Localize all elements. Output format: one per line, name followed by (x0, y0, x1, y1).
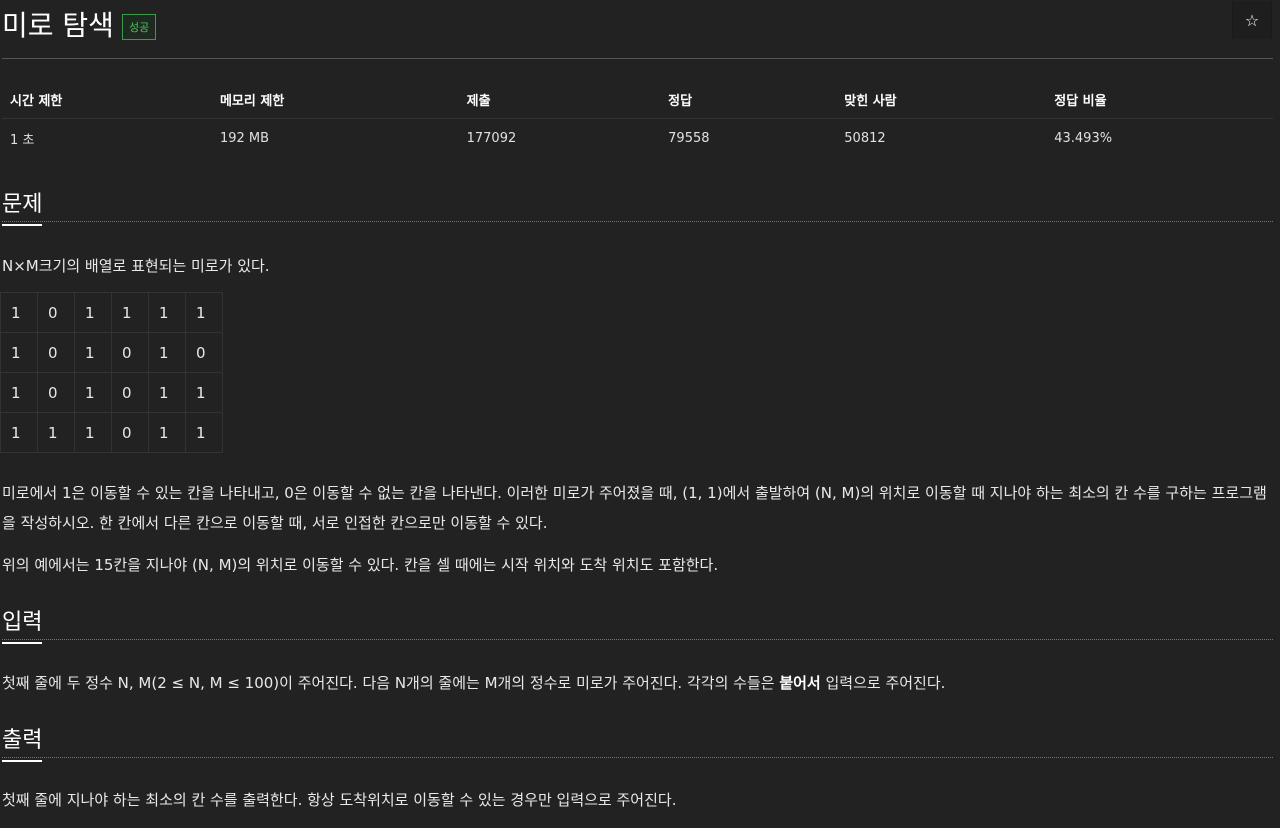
title-row: 미로 탐색 성공 (2, 4, 157, 44)
maze-cell: 1 (148, 372, 186, 413)
maze-row: 101011 (0, 372, 223, 413)
star-icon: ☆ (1244, 10, 1260, 30)
input-text-after: 입력으로 주어진다. (820, 674, 946, 692)
info-header-row: 시간 제한 메모리 제한 제출 정답 맞힌 사람 정답 비율 (2, 80, 1273, 119)
maze-cell: 1 (74, 292, 112, 333)
header-solved-users: 맞힌 사람 (836, 80, 1047, 119)
maze-cell: 0 (37, 332, 75, 373)
value-solved-users[interactable]: 50812 (836, 119, 1046, 159)
maze-row: 111011 (0, 412, 223, 453)
section-divider (2, 639, 1273, 640)
maze-row: 101111 (0, 292, 223, 333)
problem-description: 미로에서 1은 이동할 수 있는 칸을 나타내고, 0은 이동할 수 없는 칸을… (2, 484, 1267, 532)
maze-cell: 0 (37, 372, 75, 413)
maze-cell: 0 (111, 332, 149, 373)
input-section-heading: 입력 (2, 604, 1273, 644)
maze-cell: 1 (74, 412, 112, 453)
value-submissions[interactable]: 177092 (459, 119, 661, 159)
maze-cell: 1 (0, 372, 38, 413)
maze-cell: 0 (37, 292, 75, 333)
value-accept-ratio: 43.493% (1054, 131, 1113, 146)
problem-intro: N×M크기의 배열로 표현되는 미로가 있다. (2, 257, 270, 275)
maze-cell: 1 (0, 292, 38, 333)
maze-cell: 1 (185, 412, 223, 453)
value-accepted[interactable]: 79558 (660, 119, 836, 159)
problem-info-table: 시간 제한 메모리 제한 제출 정답 맞힌 사람 정답 비율 1 초 192 M… (2, 80, 1273, 158)
value-time-limit: 1 초 (10, 133, 35, 148)
input-description: 첫째 줄에 두 정수 N, M(2 ≤ N, M ≤ 100)이 주어진다. 다… (2, 668, 1272, 698)
problem-section-heading: 문제 (2, 186, 1273, 226)
maze-example-table: 101111101010101011111011 (0, 292, 223, 453)
header-accepted: 정답 (660, 80, 837, 119)
section-divider (2, 757, 1273, 758)
output-section-heading: 출력 (2, 722, 1273, 762)
maze-cell: 1 (111, 292, 149, 333)
problem-heading: 문제 (2, 186, 43, 226)
maze-cell: 1 (185, 292, 223, 333)
maze-cell: 1 (185, 372, 223, 413)
input-bold-text: 붙어서 (779, 674, 821, 692)
problem-note: 위의 예에서는 15칸을 지나야 (N, M)의 위치로 이동할 수 있다. 칸… (2, 556, 719, 574)
maze-cell: 1 (148, 412, 186, 453)
header-memory-limit: 메모리 제한 (211, 80, 459, 119)
header-time-limit: 시간 제한 (2, 80, 212, 119)
output-heading: 출력 (2, 722, 43, 762)
maze-cell: 1 (0, 412, 38, 453)
maze-cell: 1 (148, 292, 186, 333)
problem-page: 미로 탐색 성공 ☆ 시간 제한 메모리 제한 제출 정답 맞힌 사람 정답 비… (0, 0, 1280, 828)
maze-row: 101010 (0, 332, 223, 373)
value-memory-limit: 192 MB (219, 131, 270, 146)
maze-cell: 0 (111, 412, 149, 453)
page-title: 미로 탐색 (2, 9, 114, 42)
header-accept-ratio: 정답 비율 (1046, 80, 1273, 119)
maze-cell: 1 (74, 372, 112, 413)
maze-cell: 0 (111, 372, 149, 413)
maze-cell: 1 (0, 332, 38, 373)
header-submissions: 제출 (458, 80, 661, 119)
favorite-button[interactable]: ☆ (1232, 2, 1272, 38)
maze-cell: 0 (185, 332, 223, 373)
status-badge: 성공 (121, 14, 157, 40)
maze-cell: 1 (148, 332, 186, 373)
output-description: 첫째 줄에 지나야 하는 최소의 칸 수를 출력한다. 항상 도착위치로 이동할… (2, 791, 677, 809)
section-divider (2, 221, 1273, 222)
info-value-row: 1 초 192 MB 177092 79558 50812 43.493% (2, 119, 1273, 159)
maze-cell: 1 (74, 332, 112, 373)
header-divider (2, 58, 1273, 59)
maze-cell: 1 (37, 412, 75, 453)
input-text-before: 첫째 줄에 두 정수 N, M(2 ≤ N, M ≤ 100)이 주어진다. 다… (2, 674, 780, 692)
input-heading: 입력 (2, 604, 43, 644)
